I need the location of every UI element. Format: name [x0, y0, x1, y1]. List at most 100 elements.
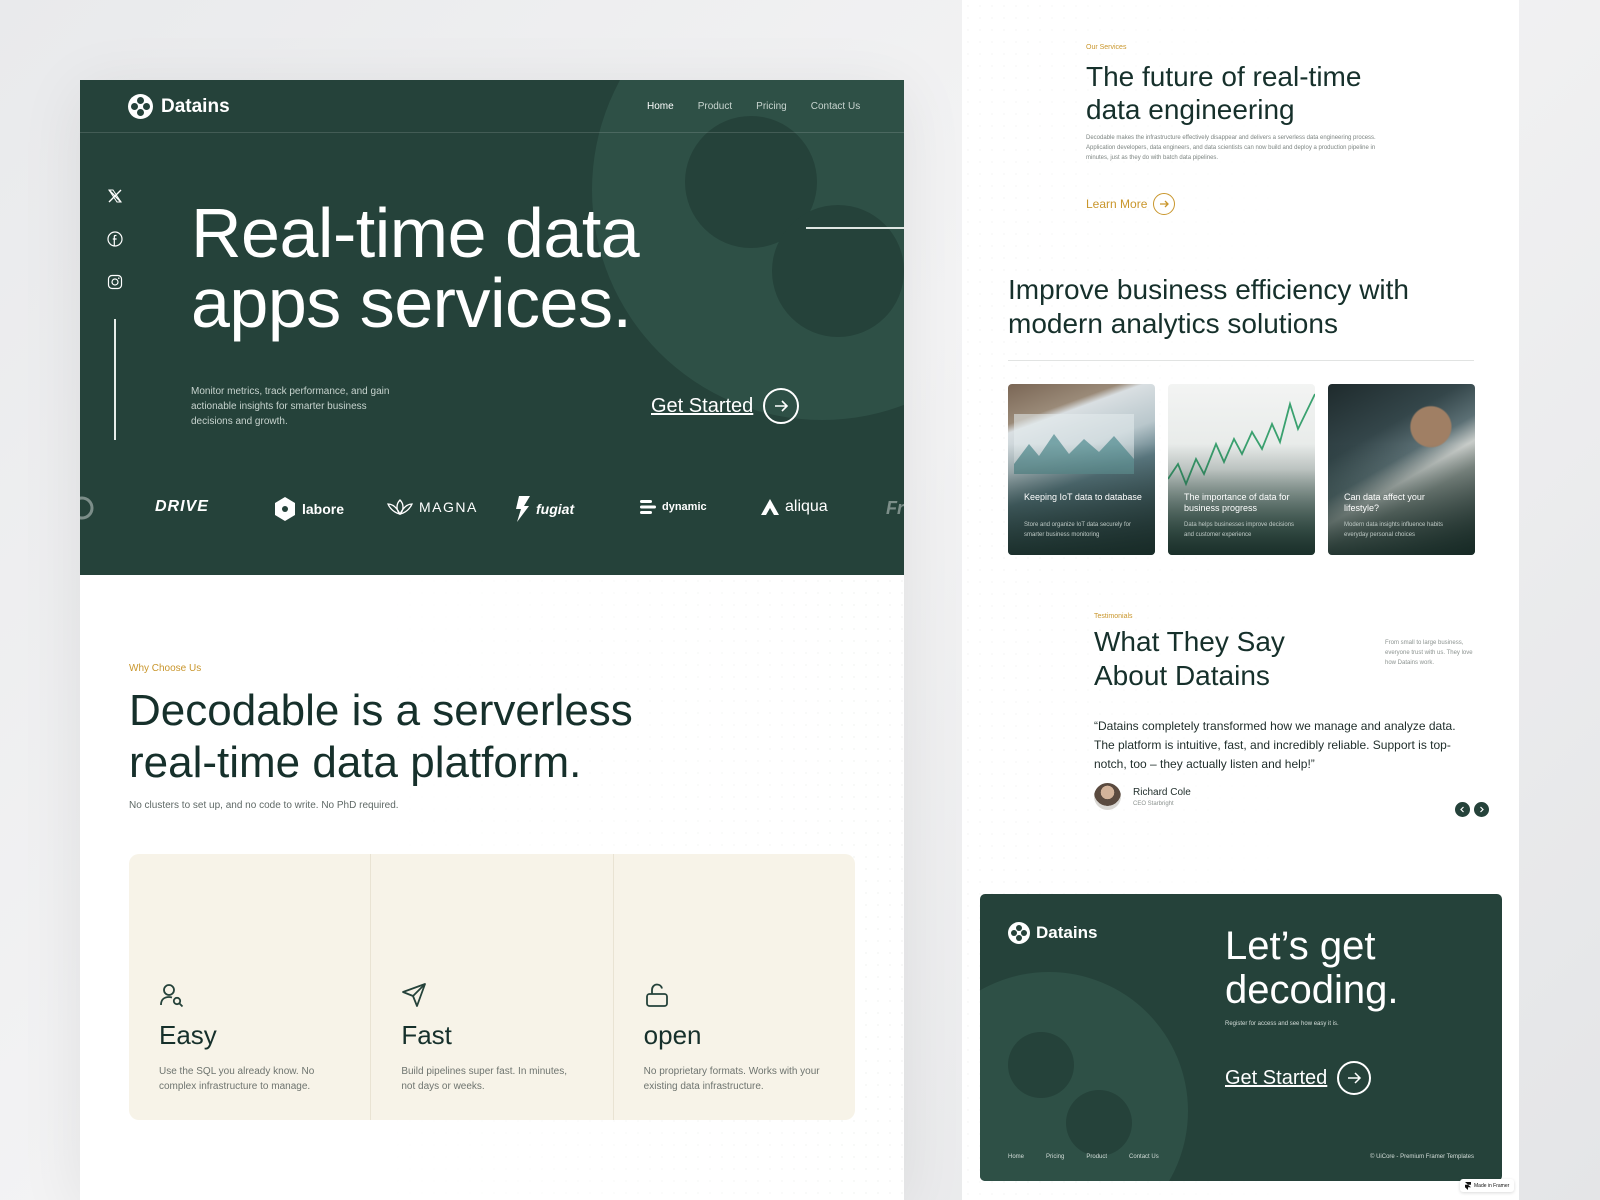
footer-get-started-button[interactable]: Get Started [1225, 1061, 1372, 1095]
brand-logo-drive: DRIVE [155, 498, 209, 515]
feature-card-open: open No proprietary formats. Works with … [614, 854, 855, 1120]
learn-more-button[interactable]: Learn More [1086, 193, 1176, 215]
why-title-line-1: Decodable is a serverless [129, 686, 633, 735]
services-description: Decodable makes the infrastructure effec… [1086, 135, 1376, 161]
hexagon-icon [275, 497, 295, 521]
footer-logo-text: Datains [1036, 923, 1098, 942]
card-description: Modern data insights influence habits ev… [1344, 522, 1444, 538]
services-title-line-2: data engineering [1086, 94, 1295, 125]
brand-magna-text: MAGNA [419, 499, 478, 515]
hero-decorative-lobe [772, 205, 904, 337]
services-title-line-1: The future of real-time [1086, 61, 1362, 92]
feature-title: Fast [401, 1020, 452, 1050]
next-button[interactable] [1474, 802, 1489, 817]
nav-product[interactable]: Product [698, 101, 732, 112]
brand-aliqua-text: aliqua [785, 498, 828, 515]
top-navigation: Datains Home Product Pricing Contact Us [80, 80, 904, 133]
card-description: Data helps businesses improve decisions … [1184, 522, 1295, 538]
previous-button[interactable] [1455, 802, 1470, 817]
feature-description: No proprietary formats. Works with your … [643, 1066, 820, 1092]
facebook-icon[interactable] [107, 231, 123, 247]
logo[interactable]: Datains [128, 94, 230, 119]
nav-home[interactable]: Home [647, 101, 674, 112]
brand-logos-strip: DRIVE labore MAGNA fugiat dynamic aliqua [80, 488, 904, 528]
footer-link-contact-us[interactable]: Contact Us [1129, 1154, 1159, 1160]
instagram-icon[interactable] [107, 274, 123, 290]
article-card-progress[interactable]: The importance of data for business prog… [1168, 384, 1315, 555]
learn-more-label: Learn More [1086, 197, 1148, 211]
article-card-iot[interactable]: Keeping IoT data to database Store and o… [1008, 384, 1155, 555]
feature-card-fast: Fast Build pipelines super fast. In minu… [371, 854, 614, 1120]
brand-logo-labore: labore [273, 496, 344, 522]
services-title: The future of real-time data engineering [1086, 60, 1416, 126]
footer-title-line-2: decoding. [1225, 968, 1399, 1012]
bolt-icon [516, 496, 530, 522]
badge-label: Made in Framer [1474, 1182, 1510, 1189]
landing-page-main: Datains Home Product Pricing Contact Us … [80, 80, 904, 1200]
divider [1008, 360, 1474, 361]
card-title: The importance of data for business prog… [1184, 492, 1290, 513]
nav-pricing[interactable]: Pricing [756, 101, 787, 112]
footer-links: Home Pricing Product Contact Us [1008, 1154, 1159, 1160]
send-icon [402, 983, 427, 1007]
brand-dynamic-text: dynamic [662, 501, 707, 513]
why-eyebrow: Why Choose Us [129, 663, 202, 674]
unlock-icon [645, 983, 668, 1007]
article-card-lifestyle[interactable]: Can data affect your lifestyle? Modern d… [1328, 384, 1475, 555]
why-title: Decodable is a serverless real-time data… [129, 685, 729, 789]
feature-title: Easy [159, 1020, 217, 1050]
testimonials-title: What They Say About Datains [1094, 625, 1324, 693]
improve-title-line-2: modern analytics solutions [1008, 308, 1338, 339]
improve-title: Improve business efficiency with modern … [1008, 273, 1468, 341]
layers-icon [640, 500, 656, 514]
footer-title: Let’s get decoding. [1225, 924, 1475, 1012]
hero-title-line-1: Real-time data [191, 194, 640, 272]
hero-title: Real-time data apps services. [191, 198, 751, 338]
card-title: Can data affect your lifestyle? [1344, 492, 1425, 513]
features-panel: Easy Use the SQL you already know. No co… [129, 854, 855, 1120]
lotus-icon [387, 499, 413, 515]
hero-cta-label: Get Started [651, 394, 754, 417]
footer-subtitle: Register for access and see how easy it … [1225, 1021, 1339, 1027]
author-role: CEO Starbright [1133, 800, 1174, 807]
chevron-left-icon [1460, 806, 1464, 813]
footer-cta-card: Datains Let’s get decoding. Register for… [980, 894, 1502, 1181]
services-eyebrow: Our Services [1086, 44, 1127, 51]
feature-description: Build pipelines super fast. In minutes, … [401, 1066, 567, 1092]
footer-logo[interactable]: Datains [1008, 922, 1097, 944]
article-cards: Keeping IoT data to database Store and o… [1008, 384, 1475, 555]
arrow-right-icon [763, 388, 800, 424]
footer-link-pricing[interactable]: Pricing [1046, 1154, 1064, 1160]
footer-link-product[interactable]: Product [1086, 1154, 1107, 1160]
brand-logo-dynamic: dynamic [639, 498, 707, 516]
logo-mark-icon [128, 94, 153, 119]
logo-text: Datains [161, 95, 230, 117]
chevron-right-icon [1480, 806, 1484, 813]
footer-decorative-lobe [1066, 1090, 1132, 1156]
x-icon[interactable] [107, 188, 123, 204]
brand-labore-text: labore [302, 501, 345, 517]
nav-contact-us[interactable]: Contact Us [811, 101, 860, 112]
feature-title: open [643, 1020, 702, 1050]
why-choose-us-section: Why Choose Us Decodable is a serverless … [80, 575, 904, 1200]
card-description: Store and organize IoT data securely for… [1024, 522, 1131, 538]
hero-get-started-button[interactable]: Get Started [651, 388, 800, 424]
arrow-right-icon [1337, 1061, 1372, 1095]
testimonial-pager [1455, 802, 1489, 817]
logo-mark-icon [1008, 922, 1030, 944]
brand-logo-partial-left [80, 496, 96, 520]
footer-copyright: © UiCore - Premium Framer Templates [1370, 1154, 1474, 1160]
footer-decorative-lobe [1008, 1032, 1074, 1098]
arrow-right-icon [1153, 193, 1176, 215]
footer-cta-label: Get Started [1225, 1066, 1328, 1089]
brand-logo-partial-right: Fr [886, 498, 904, 518]
hero-section: Datains Home Product Pricing Contact Us … [80, 80, 904, 575]
testimonial-author: Richard Cole CEO Starbright [1094, 783, 1191, 810]
footer-title-line-1: Let’s get [1225, 924, 1376, 968]
made-in-framer-badge[interactable]: Made in Framer [1460, 1179, 1515, 1192]
framer-icon [1465, 1181, 1471, 1190]
social-links [107, 188, 123, 290]
footer-link-home[interactable]: Home [1008, 1154, 1024, 1160]
testimonials-title-line-1: What They Say [1094, 626, 1285, 657]
user-search-icon [160, 984, 184, 1008]
